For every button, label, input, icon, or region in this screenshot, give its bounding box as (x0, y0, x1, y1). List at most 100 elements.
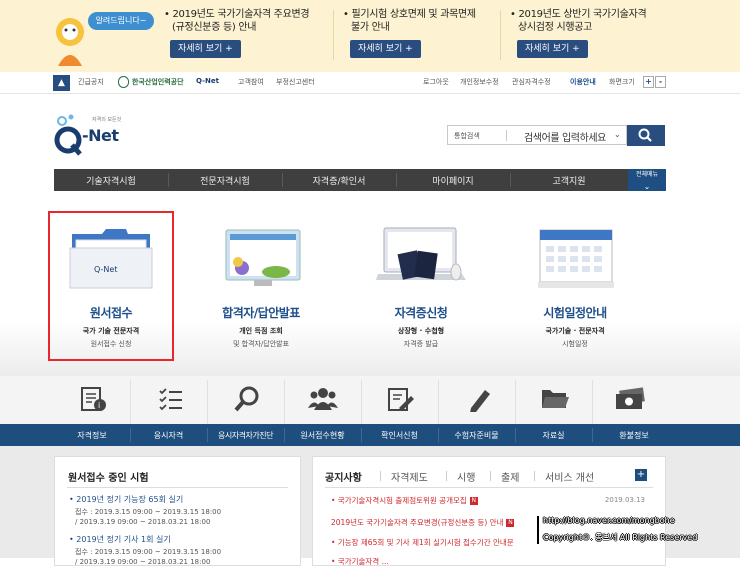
search-button[interactable] (627, 125, 665, 146)
notice-item[interactable]: 2019년도 국가기술자격 주요변경(규정신분증 등) 안내 N (331, 517, 515, 528)
search-type-select[interactable]: 통합검색 (454, 131, 480, 141)
search-box: 통합검색 검색어를 입력하세요 ⌄ (447, 125, 627, 145)
quick-eligibility[interactable]: 응시자격 (130, 430, 207, 441)
card-schedule-title[interactable]: 시험일정안내 (510, 304, 640, 321)
highlight-box (48, 211, 174, 361)
qnet-link[interactable]: Q-Net (196, 77, 219, 89)
utility-bar: ▲ 긴급공지 한국산업인력공단 Q-Net 고객참여 부정신고센터 로그아웃 개… (0, 72, 740, 94)
checklist-icon[interactable] (157, 386, 185, 412)
banner-item-title: (규정신분증 등) 안내 (172, 22, 257, 33)
search-input[interactable]: 검색어를 입력하세요 (524, 129, 606, 144)
notice-item-text: • 기능장 제65회 및 기사 제1회 실기시험 접수기간 안내문 (331, 538, 514, 547)
banner-item-title: • 2019년도 국가기술자격 주요변경 (164, 9, 310, 20)
folder-open-icon[interactable] (540, 386, 570, 412)
open-exam-panel: 원서접수 중인 시험 • 2019년 정기 기능장 65회 실기 접수 : 20… (54, 456, 301, 566)
notice-more-button[interactable]: + (635, 469, 647, 481)
guide-link[interactable]: 이용안내 (570, 77, 596, 87)
blog-watermark: http://blog.naver.com/mongbohe Copyright… (535, 512, 740, 550)
qnet-logo-icon[interactable] (54, 113, 84, 157)
watermark-url: http://blog.naver.com/mongbohe (543, 516, 675, 525)
nav-item-support[interactable]: 고객지원 (510, 174, 628, 187)
screen-size-label: 화면크기 (609, 78, 635, 86)
pencil-icon[interactable] (465, 386, 493, 412)
tab-system[interactable]: 자격제도 (391, 469, 428, 484)
search-icon (638, 128, 652, 142)
money-icon[interactable] (614, 386, 646, 412)
banner-item-2: • 필기시험 상호면제 및 과목면제 불가 안내 (343, 8, 476, 34)
edit-profile-link[interactable]: 개인정보수정 (460, 77, 499, 87)
zoom-out-button[interactable]: - (655, 76, 666, 88)
logout-link[interactable]: 로그아웃 (423, 77, 449, 87)
card-results-sub2: 및 합격자/답안발표 (232, 340, 290, 348)
hrdk-logo-icon (118, 76, 129, 88)
laptop-icon (376, 227, 466, 281)
logo-text[interactable]: -Net (82, 126, 119, 145)
chevron-down-icon[interactable]: ⌄ (614, 130, 621, 139)
exam-item-period: / 2019.3.19 09:00 ~ 2018.03.21 18:00 (75, 558, 211, 566)
open-exam-title: 원서접수 중인 시험 (68, 473, 149, 484)
tab-notice[interactable]: 공지사항 (325, 469, 362, 484)
quick-exam-supplies[interactable]: 수험자준비물 (438, 430, 515, 441)
svg-text:i: i (98, 401, 100, 410)
nav-item-certificate[interactable]: 자격증/확인서 (282, 174, 396, 187)
logo-tagline: 자격의 모든것 (92, 117, 122, 123)
quick-self-check[interactable]: 응시자격자가진단 (207, 430, 284, 441)
tab-question[interactable]: 출제 (501, 469, 519, 484)
banner-detail-button-1[interactable]: 자세히 보기 + (170, 40, 241, 58)
main-nav: 기술자격시험 전문자격시험 자격증/확인서 마이페이지 고객지원 전체메뉴 ⌄ (54, 169, 666, 191)
tab-conduct[interactable]: 시행 (457, 469, 475, 484)
card-results-sub: 개인 득점 조회 (239, 327, 283, 335)
quick-qualification-info[interactable]: 자격정보 (54, 430, 130, 441)
hrdk-link[interactable]: 한국산업인력공단 (132, 77, 184, 89)
emergency-notice-link[interactable]: 긴급공지 (78, 77, 104, 87)
banner-detail-button-3[interactable]: 자세히 보기 + (517, 40, 588, 58)
banner-item-title: 상시검정 시행공고 (518, 22, 593, 33)
watermark-copyright: Copyright©. 몽브서 All Rights Reserved (543, 533, 698, 542)
card-schedule-sub: 국가기술 · 전문자격 (545, 327, 605, 335)
banner-detail-button-2[interactable]: 자세히 보기 + (350, 40, 421, 58)
exam-item-period: / 2019.3.19 09:00 ~ 2018.03.21 18:00 (75, 518, 211, 526)
notice-date: 2019.03.13 (604, 496, 645, 504)
banner-item-title: 불가 안내 (351, 22, 390, 33)
document-edit-icon[interactable] (387, 386, 415, 412)
collapse-banner-button[interactable]: ▲ (53, 75, 70, 91)
notice-item-text: • 국가기술자격 ... (331, 557, 389, 566)
calendar-icon (538, 229, 614, 288)
card-schedule-sub2: 시험일정 (562, 340, 588, 348)
top-notice-banner: 알려드립니다~ • 2019년도 국가기술자격 주요변경 (규정신분증 등) 안… (0, 0, 740, 72)
banner-item-title: • 2019년도 상반기 국가기술자격 (510, 9, 647, 20)
banner-item-1: • 2019년도 국가기술자격 주요변경 (규정신분증 등) 안내 (164, 8, 310, 34)
tab-service-improve[interactable]: 서비스 개선 (545, 469, 594, 484)
quick-confirmation-request[interactable]: 확인서신청 (361, 430, 438, 441)
nav-item-mypage[interactable]: 마이페이지 (396, 174, 510, 187)
nav-item-pro-exam[interactable]: 전문자격시험 (168, 174, 282, 187)
document-info-icon[interactable]: i (80, 386, 108, 412)
banner-item-title: • 필기시험 상호면제 및 과목면제 (343, 9, 476, 20)
magnifier-icon[interactable] (234, 386, 262, 412)
card-results-title[interactable]: 합격자/답안발표 (196, 304, 326, 321)
notice-item[interactable]: • 기능장 제65회 및 기사 제1회 실기시험 접수기간 안내문 (331, 537, 514, 548)
nav-item-tech-exam[interactable]: 기술자격시험 (54, 174, 168, 187)
monitor-icon (225, 229, 301, 286)
exam-item-period: 접수 : 2019.3.15 09:00 ~ 2019.3.15 18:00 (75, 548, 222, 556)
new-badge: N (469, 497, 478, 505)
new-badge: N (506, 519, 515, 527)
zoom-in-button[interactable]: + (643, 76, 654, 88)
customer-link[interactable]: 고객참여 (238, 77, 264, 87)
report-center-link[interactable]: 부정신고센터 (276, 77, 315, 87)
card-certificate-sub: 상장형 · 수첩형 (397, 327, 445, 335)
exam-item-period: 접수 : 2019.3.15 09:00 ~ 2019.3.15 18:00 (75, 508, 222, 516)
notice-item-text: • 국가기술자격시험 출제점토위원 공개모집 (331, 496, 467, 505)
card-certificate-title[interactable]: 자격증신청 (356, 304, 486, 321)
quick-archive[interactable]: 자료실 (515, 430, 592, 441)
notice-item[interactable]: • 국가기술자격시험 출제점토위원 공개모집 N (331, 495, 478, 506)
card-certificate-sub2: 자격증 발급 (403, 340, 439, 348)
quick-application-status[interactable]: 원서접수현황 (284, 430, 361, 441)
exam-item-title[interactable]: • 2019년 정기 기사 1회 실기 (69, 534, 171, 545)
edit-interest-link[interactable]: 관심자격수정 (512, 77, 551, 87)
exam-item-title[interactable]: • 2019년 정기 기능장 65회 실기 (69, 494, 183, 505)
all-menu-button[interactable]: 전체메뉴 ⌄ (628, 169, 666, 191)
users-icon[interactable] (308, 386, 338, 412)
notice-item-text: 2019년도 국가기술자격 주요변경(규정신분증 등) 안내 (331, 518, 504, 527)
quick-refund-info[interactable]: 환불정보 (592, 430, 676, 441)
